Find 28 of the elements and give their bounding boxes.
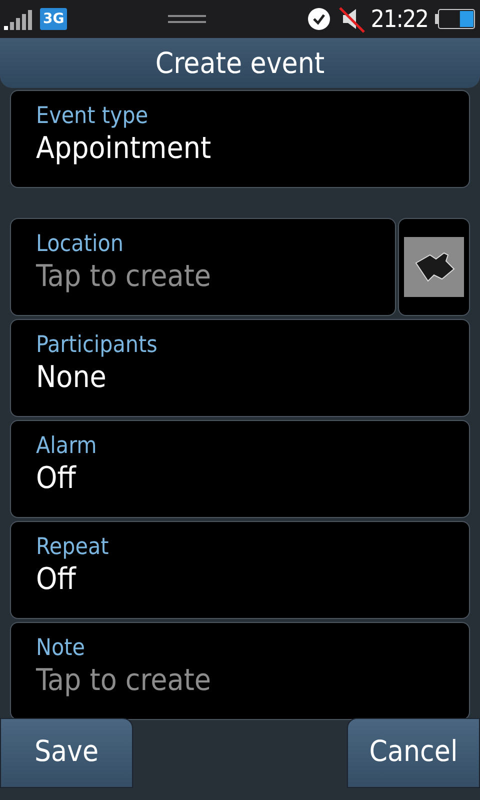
field-label: Event type bbox=[36, 103, 150, 129]
field-label: Alarm bbox=[36, 433, 98, 459]
map-icon bbox=[404, 237, 464, 297]
field-label: Location bbox=[36, 231, 124, 257]
field-label: Participants bbox=[36, 332, 158, 358]
clock-time: 21:22 bbox=[370, 5, 428, 33]
battery-icon bbox=[434, 8, 476, 30]
drag-handle-icon bbox=[168, 15, 206, 23]
field-label: Note bbox=[36, 635, 86, 661]
cancel-button[interactable]: Cancel bbox=[347, 718, 480, 788]
field-placeholder: Tap to create bbox=[36, 663, 212, 698]
form-field[interactable]: Alarm Off bbox=[10, 420, 470, 518]
field-label: Repeat bbox=[36, 534, 110, 560]
field-placeholder: Tap to create bbox=[36, 259, 212, 294]
field-value: Appointment bbox=[36, 131, 212, 166]
form-field[interactable]: Event type Appointment bbox=[10, 90, 470, 188]
field-value: Off bbox=[36, 562, 78, 597]
form-field[interactable]: Repeat Off bbox=[10, 521, 470, 619]
field-value: None bbox=[36, 360, 108, 395]
field-value: Off bbox=[36, 461, 78, 496]
form-field[interactable]: Location Tap to create bbox=[10, 218, 396, 316]
signal-icon bbox=[4, 8, 34, 30]
form-field[interactable]: Participants None bbox=[10, 319, 470, 417]
window-title: Create event bbox=[0, 38, 480, 88]
form-field[interactable]: Note Tap to create bbox=[10, 622, 470, 720]
map-button[interactable] bbox=[398, 218, 470, 316]
network-badge: 3G bbox=[40, 8, 68, 30]
save-button[interactable]: Save bbox=[0, 718, 133, 788]
